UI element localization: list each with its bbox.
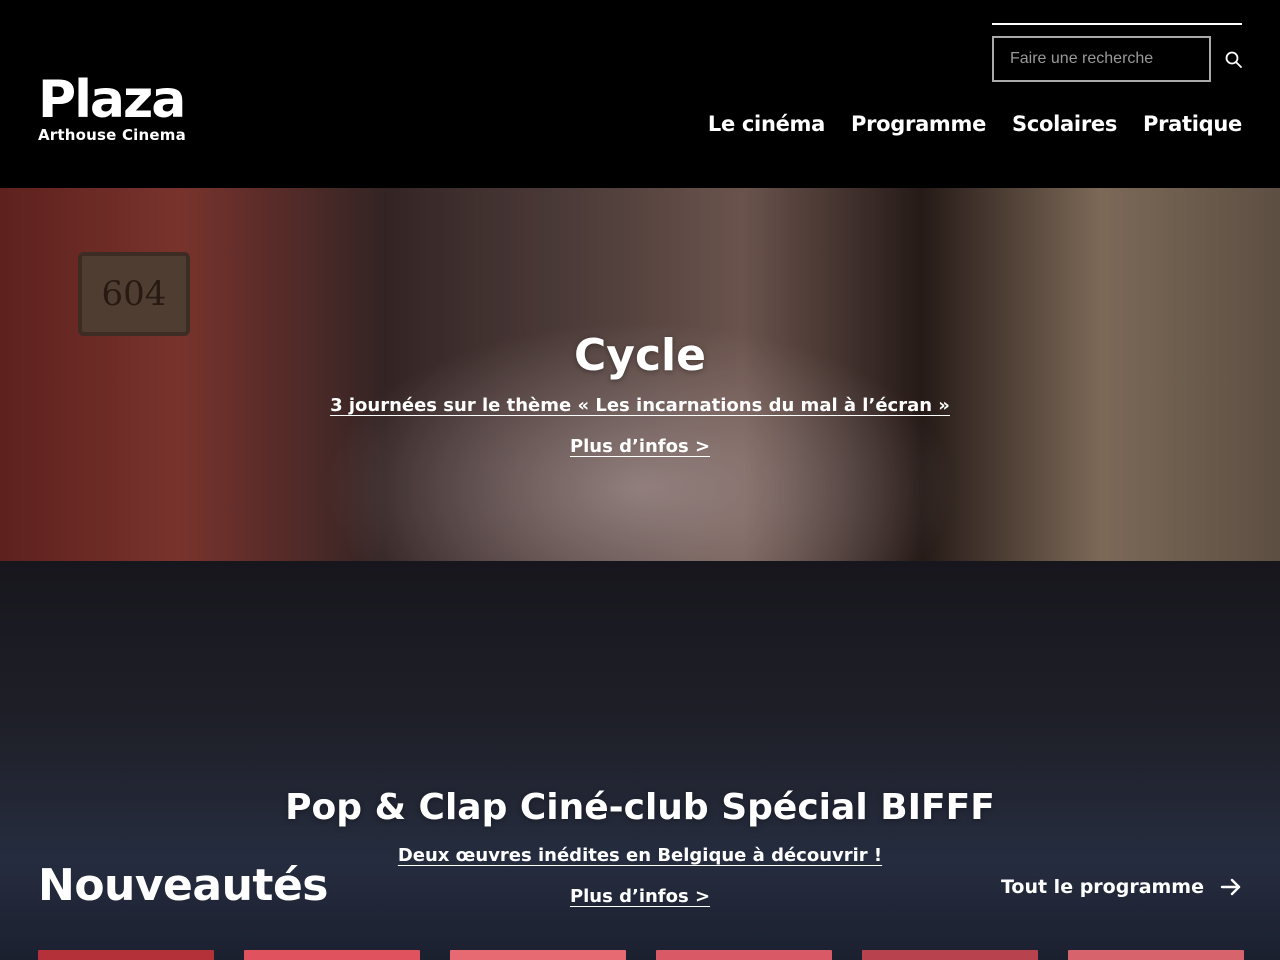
- more-info-link[interactable]: Plus d’infos >: [570, 436, 710, 457]
- movie-poster[interactable]: [244, 950, 420, 960]
- banner-title: Cycle: [574, 330, 706, 381]
- nav-pratique[interactable]: Pratique: [1143, 112, 1242, 136]
- search-box: [992, 36, 1211, 82]
- logo[interactable]: Plaza Arthouse Cinema: [38, 74, 186, 144]
- movie-poster[interactable]: [656, 950, 832, 960]
- nav-le-cinema[interactable]: Le cinéma: [708, 112, 825, 136]
- logo-title: Plaza: [38, 70, 186, 130]
- poster-row: [38, 950, 1244, 960]
- hero-banner-cycle[interactable]: 604 Cycle 3 journées sur le thème « Les …: [0, 188, 1280, 561]
- search-icon[interactable]: [1224, 50, 1244, 70]
- banner-subtitle-link[interactable]: Deux œuvres inédites en Belgique à décou…: [398, 845, 882, 866]
- movie-poster[interactable]: [38, 950, 214, 960]
- section-title-nouveautes: Nouveautés: [38, 860, 328, 911]
- movie-poster[interactable]: [450, 950, 626, 960]
- logo-subtitle: Arthouse Cinema: [38, 126, 186, 144]
- nav-scolaires[interactable]: Scolaires: [1012, 112, 1117, 136]
- banner-more-info: Plus d’infos >: [0, 436, 1280, 457]
- arrow-right-icon: [1220, 878, 1241, 896]
- search-input[interactable]: [994, 38, 1209, 80]
- banner-subtitle: 3 journées sur le thème « Les incarnatio…: [0, 395, 1280, 416]
- search-divider: [992, 23, 1242, 25]
- more-info-link[interactable]: Plus d’infos >: [570, 886, 710, 907]
- banner-title: Pop & Clap Ciné-club Spécial BIFFF: [285, 787, 995, 828]
- movie-poster[interactable]: [1068, 950, 1244, 960]
- all-program-label: Tout le programme: [1000, 876, 1204, 898]
- movie-poster[interactable]: [862, 950, 1038, 960]
- main-nav: Le cinéma Programme Scolaires Pratique: [708, 112, 1242, 136]
- nav-programme[interactable]: Programme: [851, 112, 986, 136]
- site-header: Plaza Arthouse Cinema Le cinéma Programm…: [0, 0, 1280, 188]
- all-program-link[interactable]: Tout le programme: [1001, 876, 1242, 898]
- banner-subtitle-link[interactable]: 3 journées sur le thème « Les incarnatio…: [330, 395, 950, 416]
